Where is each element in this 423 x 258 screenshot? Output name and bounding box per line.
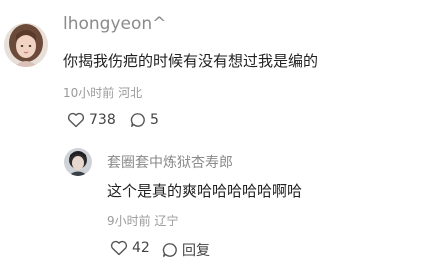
reply-location: 辽宁 (154, 214, 179, 228)
commenter-username[interactable]: lhongyeon^ (63, 14, 166, 34)
replier-avatar[interactable] (64, 148, 92, 176)
like-count: 738 (89, 112, 116, 128)
reply-text: 这个是真的爽哈哈哈哈哈啊哈 (107, 182, 303, 200)
heart-outline-icon (110, 240, 128, 256)
speech-bubble-icon (130, 113, 145, 127)
reply-button[interactable]: 回复 (162, 240, 210, 258)
speech-bubble-icon (162, 243, 177, 257)
reply-count-button[interactable]: 5 (130, 112, 159, 128)
comment-thread: lhongyeon^ 你揭我伤疤的时候有没有想过我是编的 10小时前 河北 73… (0, 0, 423, 258)
reply-like-count: 42 (132, 240, 150, 256)
reply-time: 9小时前 (107, 214, 151, 228)
reply-meta: 9小时前 辽宁 (107, 212, 178, 229)
replier-username[interactable]: 套圈套中炼狱杏寿郎 (107, 152, 233, 172)
like-button[interactable]: 738 (67, 112, 116, 128)
user-avatar-photo-icon (64, 148, 92, 176)
comment-time: 10小时前 (63, 86, 115, 100)
comment-text: 你揭我伤疤的时候有没有想过我是编的 (63, 52, 319, 70)
user-avatar-photo-icon (4, 23, 48, 67)
commenter-avatar[interactable] (4, 23, 48, 67)
reply-button-label: 回复 (182, 243, 210, 258)
heart-outline-icon (67, 112, 85, 128)
comment-meta: 10小时前 河北 (63, 84, 142, 101)
comment-location: 河北 (118, 86, 143, 100)
reply-like-button[interactable]: 42 (110, 240, 150, 256)
reply-count: 5 (150, 112, 159, 128)
